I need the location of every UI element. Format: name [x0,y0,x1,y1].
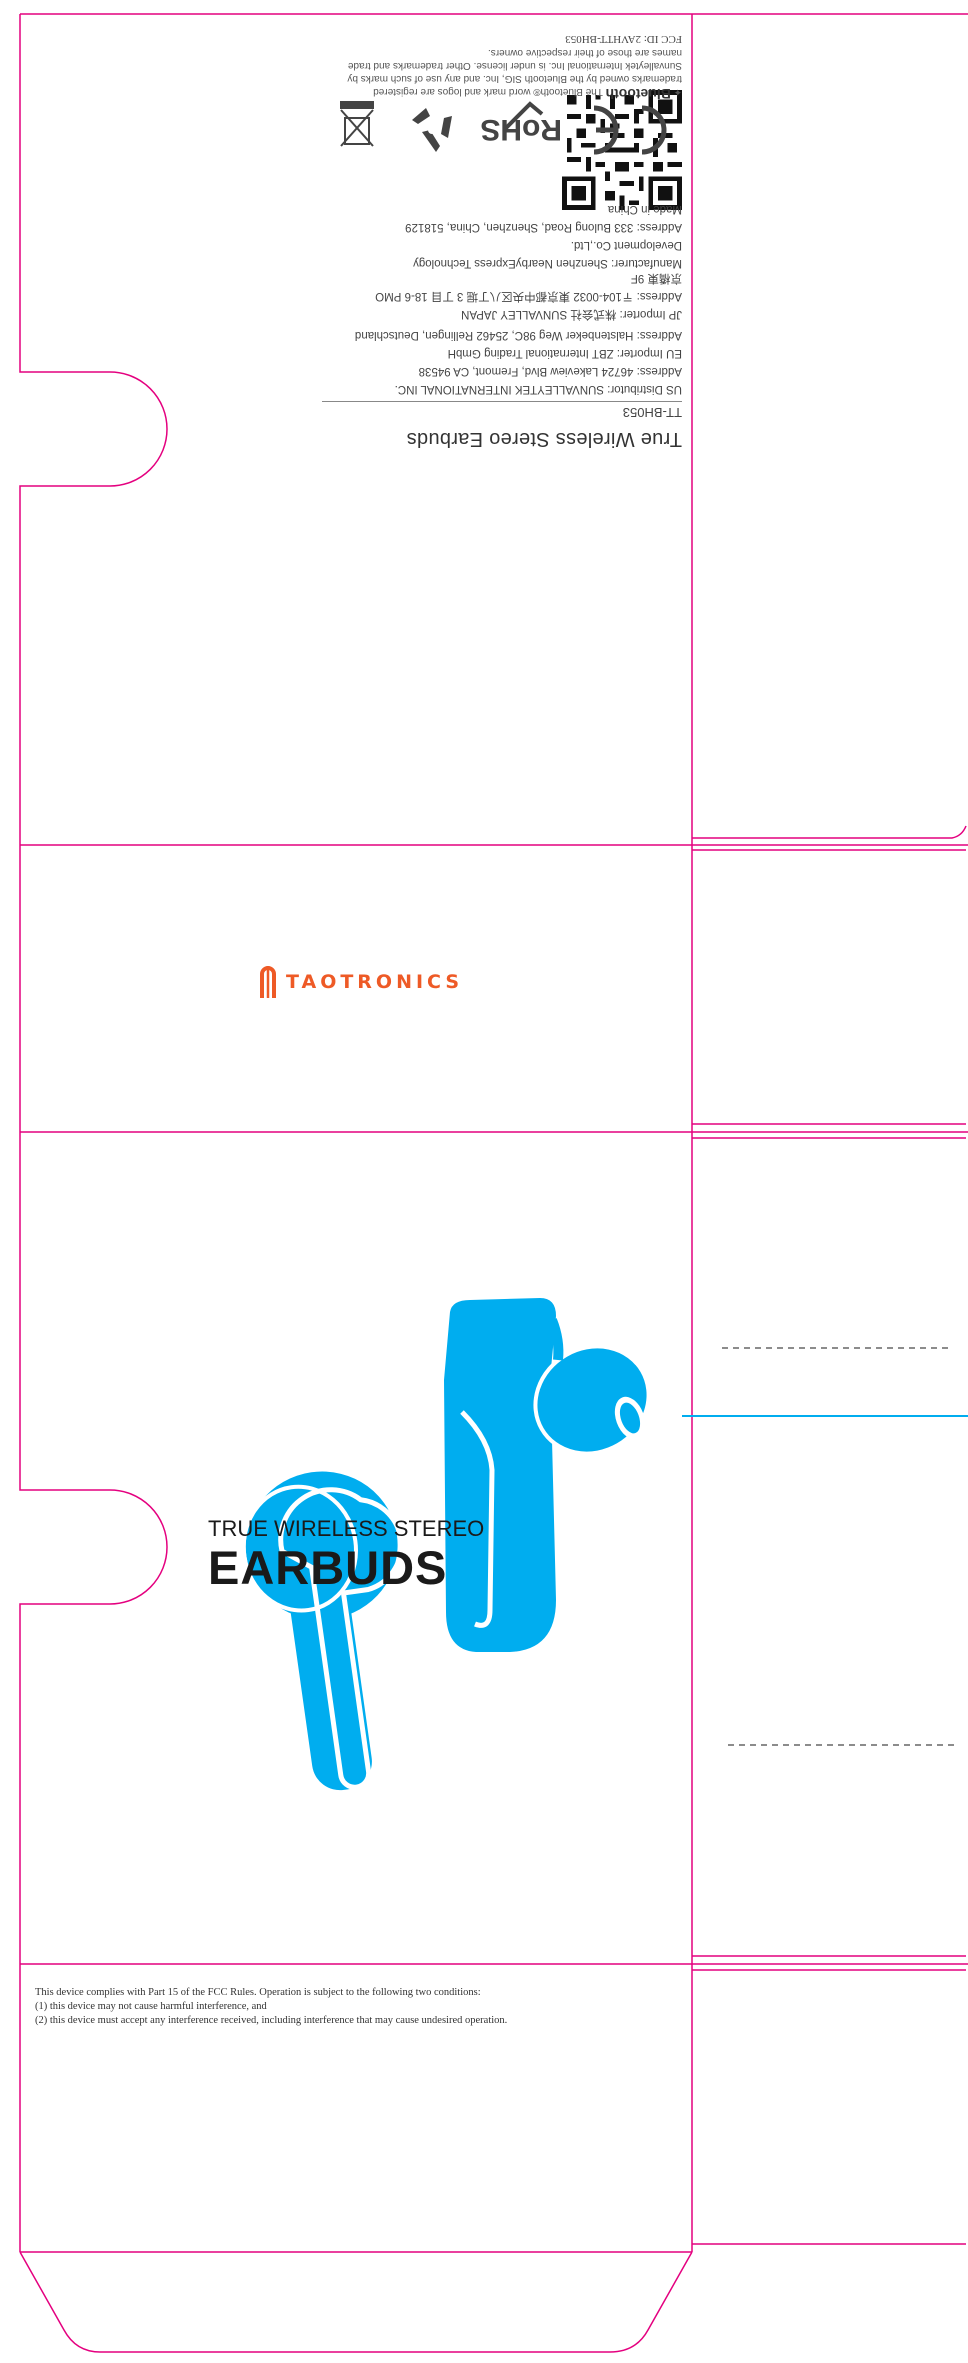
right-earbud [444,1298,651,1652]
divider [322,401,682,402]
regulatory-label-panel: True Wireless Stereo Earbuds TT-BH053 US… [20,0,692,845]
fcc-id: FCC ID: 2AVHTT-BH053 [565,33,682,45]
made-in: Made in China [607,203,682,215]
rohs-icon: RoHS [480,101,562,146]
manufacturer: Manufacturer: Shenzhen NearbyExpress Tec… [413,257,682,269]
fcc-line-3: (2) this device must accept any interfer… [35,2015,508,2026]
bluetooth-icon: ✦ [673,86,682,97]
fcc-line-1: This device complies with Part 15 of the… [35,1987,481,1998]
taotronics-logo-icon [260,966,276,998]
ce-mark-icon [593,105,667,155]
manufacturer-address: Address: 333 Bulong Road, Shenzhen, Chin… [405,221,682,233]
eu-importer: EU Importer: ZBT International Trading G… [447,347,682,359]
product-title: True Wireless Stereo Earbuds [406,428,682,450]
model-number: TT-BH053 [622,405,682,420]
weee-bin-icon [340,101,374,147]
us-distributor: US Distributor: SUNVALLEYTEK INTERNATION… [394,383,682,395]
left-earbud [241,1471,404,1791]
jp-address: Address: 〒104-0032 東京都中央区八丁堀 3 丁目 18-6 P… [375,290,682,302]
manufacturer-2: Development Co.,Ltd. [570,239,682,251]
us-address: Address: 46724 Lakeview Blvd, Fremont, C… [418,365,682,377]
bluetooth-logo: Bluetooth [605,86,671,102]
headline-small: TRUE WIRELESS STEREO [208,1516,485,1541]
svg-text:RoHS: RoHS [480,113,562,146]
jp-address-2: 京橋東 9F [630,272,682,284]
recycle-icon [412,108,452,152]
jp-importer: JP Importer: 株式会社 SUNVALLEY JAPAN [461,308,682,320]
eu-address: Address: Halstenbeker Weg 98C, 25462 Rel… [354,329,682,341]
fcc-line-2: (1) this device may not cause harmful in… [35,2001,267,2012]
brand-logo: TAOTRONICS [258,964,463,1000]
compliance-marks: RoHS [340,101,667,155]
brand-name: TAOTRONICS [286,971,464,993]
headline-big: EARBUDS [208,1541,448,1594]
fcc-statement: This device complies with Part 15 of the… [35,1986,675,2028]
bluetooth-notice: ✦ Bluetooth The Bluetooth® word mark and… [322,46,682,102]
